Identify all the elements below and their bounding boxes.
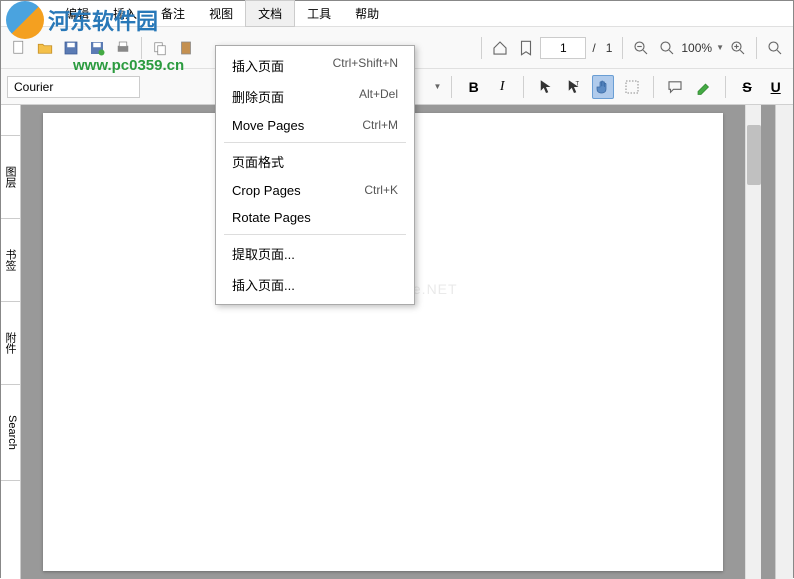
comment-button[interactable]	[664, 75, 687, 99]
site-url-watermark: www.pc0359.cn	[73, 57, 184, 74]
document-dropdown-menu: 插入页面Ctrl+Shift+N 删除页面Alt+Del Move PagesC…	[215, 45, 415, 305]
toolbar-separator	[653, 76, 654, 98]
print-button[interactable]	[111, 36, 135, 60]
italic-button[interactable]: I	[491, 75, 514, 99]
menu-separator	[224, 142, 406, 143]
sidebar-tab-bookmarks[interactable]: 书签	[1, 219, 20, 302]
toolbar-separator	[756, 37, 757, 59]
menu-page-format[interactable]: 页面格式	[216, 146, 414, 177]
menu-insert-page[interactable]: 插入页面Ctrl+Shift+N	[216, 50, 414, 81]
page-separator: /	[592, 41, 595, 55]
toolbar-separator	[523, 76, 524, 98]
svg-text:T: T	[576, 81, 580, 87]
bookmark-nav-button[interactable]	[514, 36, 538, 60]
menu-delete-page[interactable]: 删除页面Alt+Del	[216, 81, 414, 112]
toolbar-separator	[725, 76, 726, 98]
menu-move-pages[interactable]: Move PagesCtrl+M	[216, 112, 414, 139]
logo-icon	[6, 1, 44, 39]
zoom-out-button[interactable]	[629, 36, 653, 60]
text-select-tool-button[interactable]: T	[563, 75, 586, 99]
left-sidebar: 图层 书签 附件 Search	[1, 105, 21, 579]
marquee-tool-button[interactable]	[620, 75, 643, 99]
hand-tool-button[interactable]	[592, 75, 615, 99]
toolbar-separator	[622, 37, 623, 59]
bold-button[interactable]: B	[462, 75, 485, 99]
menu-crop-pages[interactable]: Crop PagesCtrl+K	[216, 177, 414, 204]
site-name: 河东软件园	[48, 4, 158, 36]
open-button[interactable]	[33, 36, 57, 60]
right-panel-collapsed[interactable]	[775, 105, 793, 579]
zoom-dropdown-icon[interactable]: ▼	[716, 43, 724, 52]
vertical-scrollbar[interactable]	[745, 105, 761, 579]
color-dropdown-icon[interactable]: ▼	[434, 82, 442, 91]
save-as-button[interactable]	[85, 36, 109, 60]
copy-button[interactable]	[148, 36, 172, 60]
strikethrough-button[interactable]: S	[736, 75, 759, 99]
paste-button[interactable]	[174, 36, 198, 60]
new-doc-button[interactable]	[7, 36, 31, 60]
menu-help[interactable]: 帮助	[343, 1, 391, 26]
right-gutter	[761, 105, 775, 579]
zoom-in-button[interactable]	[726, 36, 750, 60]
highlight-button[interactable]	[692, 75, 715, 99]
sidebar-tab-attachments[interactable]: 附件	[1, 302, 20, 385]
menu-rotate-pages[interactable]: Rotate Pages	[216, 204, 414, 231]
menu-view[interactable]: 视图	[197, 1, 245, 26]
toolbar-separator	[481, 37, 482, 59]
toolbar-separator	[451, 76, 452, 98]
search-button[interactable]	[763, 36, 787, 60]
home-button[interactable]	[488, 36, 512, 60]
menu-insert-pages-dialog[interactable]: 插入页面...	[216, 269, 414, 300]
save-button[interactable]	[59, 36, 83, 60]
menu-tools[interactable]: 工具	[295, 1, 343, 26]
sidebar-tab-layers[interactable]: 图层	[1, 135, 20, 219]
zoom-fit-button[interactable]	[655, 36, 679, 60]
underline-button[interactable]: U	[764, 75, 787, 99]
toolbar-separator	[141, 37, 142, 59]
menu-document[interactable]: 文档	[245, 0, 295, 27]
zoom-level: 100%	[681, 41, 712, 55]
site-watermark-logo: 河东软件园	[6, 1, 158, 39]
menu-separator	[224, 234, 406, 235]
page-total: 1	[606, 41, 613, 55]
font-family-select[interactable]: Courier	[7, 76, 140, 98]
scrollbar-thumb[interactable]	[747, 125, 761, 185]
sidebar-tab-search[interactable]: Search	[1, 385, 20, 481]
arrow-tool-button[interactable]	[534, 75, 557, 99]
menu-extract-pages[interactable]: 提取页面...	[216, 238, 414, 269]
page-number-input[interactable]	[540, 37, 586, 59]
